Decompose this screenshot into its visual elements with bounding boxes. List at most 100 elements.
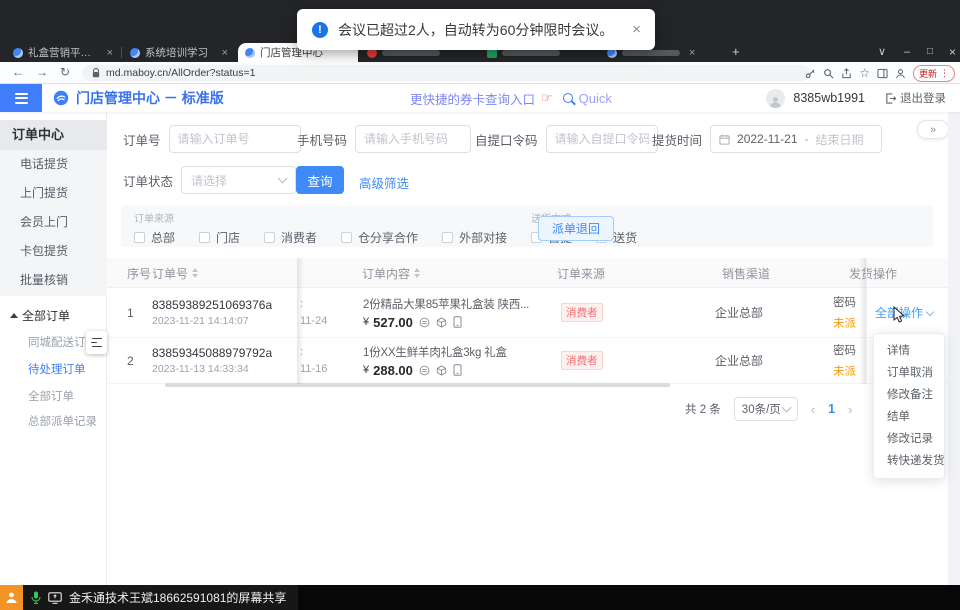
toast-close-icon[interactable]: × xyxy=(632,21,641,38)
chrome-update-button[interactable]: 更新 ⋮ xyxy=(913,65,955,82)
order-number-cell: 83859345088979792a 2023-11-13 14:33:34 xyxy=(152,338,272,383)
bookmark-star-icon[interactable]: ☆ xyxy=(859,66,870,80)
browser-tab-2[interactable]: 系统培训学习 × xyxy=(123,43,235,62)
sidebar-item-phone-pickup[interactable]: 电话提货 xyxy=(0,150,107,179)
col-order-content[interactable]: 订单内容 xyxy=(362,258,420,288)
pickup-code-label: 自提口令码 xyxy=(475,130,538,149)
sidebar-collapse-handle[interactable] xyxy=(86,331,107,354)
sidebar-item-all-orders[interactable]: 全部订单 xyxy=(0,384,107,410)
checkbox-icon xyxy=(199,232,210,243)
tab-title: 系统培训学习 xyxy=(145,45,213,60)
tab-close-icon[interactable]: × xyxy=(222,47,228,59)
pointer-hand-icon: ☞ xyxy=(541,90,553,106)
back-icon[interactable]: ← xyxy=(12,65,24,79)
col-index: 序号 xyxy=(127,258,151,288)
table-row[interactable]: 2 83859345088979792a 2023-11-13 14:33:34… xyxy=(107,338,948,384)
next-page-button[interactable]: › xyxy=(848,402,852,417)
sidebar-item-hq-dispatch-records[interactable]: 总部派单记录 xyxy=(0,409,107,435)
order-no-input[interactable] xyxy=(169,125,301,153)
menu-item-cancel-order[interactable]: 订单取消 xyxy=(874,362,944,384)
tab-close-icon[interactable]: × xyxy=(689,47,695,59)
url-text: md.maboy.cn/AllOrder?status=1 xyxy=(106,67,256,79)
sort-icon[interactable] xyxy=(414,268,420,278)
menu-item-close-order[interactable]: 结单 xyxy=(874,406,944,428)
browser-tab-1[interactable]: 礼盒营销平台管理中心 × xyxy=(6,43,120,62)
tab-title-obscured xyxy=(622,50,680,56)
tab-title-obscured xyxy=(382,50,440,56)
sidebar-item-pending-orders[interactable]: 待处理订单 xyxy=(0,357,107,383)
checkbox-store[interactable]: 门店 xyxy=(199,229,240,246)
order-status-label: 订单状态 xyxy=(123,171,173,190)
ship-status-cell: 密码 未派 xyxy=(833,288,861,337)
window-close-button[interactable]: × xyxy=(949,45,956,59)
tab-favicon xyxy=(13,48,23,58)
clipped-column-fragment: : 11-16 xyxy=(300,338,340,383)
search-icon[interactable] xyxy=(563,93,573,103)
sidebar-menu-group: 电话提货 上门提货 会员上门 卡包提货 批量核销 xyxy=(0,150,107,296)
quick-search-link[interactable]: Quick xyxy=(579,91,612,106)
tab-search-icon[interactable]: ∨ xyxy=(878,45,886,59)
share-icon[interactable] xyxy=(841,68,852,79)
checkbox-external[interactable]: 外部对接 xyxy=(442,229,507,246)
prev-page-button[interactable]: ‹ xyxy=(811,402,815,417)
date-range-picker[interactable]: 2022-11-21 - 结束日期 xyxy=(710,125,882,153)
sidebar-item-card-pickup[interactable]: 卡包提货 xyxy=(0,237,107,266)
pickup-code-input[interactable] xyxy=(546,125,658,153)
tab-close-icon[interactable]: × xyxy=(107,47,113,59)
logout-button[interactable]: 退出登录 xyxy=(885,90,946,106)
menu-item-to-express[interactable]: 转快递发货 xyxy=(874,450,944,472)
new-tab-button[interactable]: + xyxy=(732,45,740,59)
chevron-down-icon xyxy=(781,403,791,413)
page-size-select[interactable]: 30条/页 xyxy=(734,397,798,421)
sort-icon[interactable] xyxy=(192,268,198,278)
forward-icon[interactable]: → xyxy=(36,65,48,79)
table-row[interactable]: 1 83859389251069376a 2023-11-21 14:14:07… xyxy=(107,288,948,338)
fixed-column-divider xyxy=(866,258,867,384)
checkbox-warehouse-share[interactable]: 仓分享合作 xyxy=(341,229,418,246)
avatar[interactable] xyxy=(766,89,785,108)
mobile-icon[interactable] xyxy=(453,364,462,376)
key-icon[interactable] xyxy=(805,68,816,79)
side-panel-icon[interactable] xyxy=(877,68,888,79)
current-page[interactable]: 1 xyxy=(828,402,835,416)
sidebar-item-door-pickup[interactable]: 上门提货 xyxy=(0,179,107,208)
minimize-button[interactable]: – xyxy=(904,45,910,59)
col-order-no[interactable]: 订单号 xyxy=(152,258,198,288)
voucher-icon[interactable] xyxy=(419,317,430,328)
vertical-scrollbar-track[interactable] xyxy=(948,112,960,585)
horizontal-scrollbar[interactable] xyxy=(165,383,670,387)
sidebar-item-batch-verify[interactable]: 批量核销 xyxy=(0,266,107,295)
hamburger-menu-button[interactable] xyxy=(0,84,42,112)
mobile-icon[interactable] xyxy=(453,316,462,328)
phone-input[interactable] xyxy=(355,125,471,153)
address-bar[interactable]: md.maboy.cn/AllOrder?status=1 xyxy=(82,65,810,81)
advanced-filter-link[interactable]: 高级筛选 xyxy=(359,173,409,192)
microphone-icon xyxy=(31,591,41,604)
voucher-icon[interactable] xyxy=(419,365,430,376)
menu-item-edit-history[interactable]: 修改记录 xyxy=(874,428,944,450)
chevron-down-icon xyxy=(926,307,934,315)
sidebar-group-label: 全部订单 xyxy=(22,309,70,323)
dispatch-return-button[interactable]: 派单退回 xyxy=(538,216,614,241)
search-button[interactable]: 查询 xyxy=(296,166,344,194)
menu-item-details[interactable]: 详情 xyxy=(874,340,944,362)
zoom-icon[interactable] xyxy=(823,68,834,79)
filter-order-no: 订单号 xyxy=(123,125,301,153)
package-icon[interactable] xyxy=(436,317,447,328)
package-icon[interactable] xyxy=(436,365,447,376)
sidebar-item-member-visit[interactable]: 会员上门 xyxy=(0,208,107,237)
maximize-button[interactable]: □ xyxy=(927,45,933,59)
filters-expand-button[interactable]: » xyxy=(917,120,949,139)
action-dropdown-menu: 详情 订单取消 修改备注 结单 修改记录 转快递发货 xyxy=(873,333,945,479)
checkbox-consumer[interactable]: 消费者 xyxy=(264,229,317,246)
tab-favicon xyxy=(245,48,255,58)
menu-item-edit-remark[interactable]: 修改备注 xyxy=(874,384,944,406)
profile-icon[interactable] xyxy=(895,68,906,79)
checkbox-hq[interactable]: 总部 xyxy=(134,229,175,246)
sidebar-item-all-orders-group[interactable]: 全部订单 xyxy=(0,304,107,328)
screen-share-chip: 金禾通技术王斌18662591081的屏幕共享 xyxy=(0,585,298,610)
order-status-select[interactable]: 请选择 xyxy=(181,166,296,194)
coupon-query-link[interactable]: 更快捷的券卡查询入口 xyxy=(410,89,535,108)
order-created-time: 2023-11-13 14:33:34 xyxy=(152,363,272,375)
refresh-icon[interactable]: ↻ xyxy=(60,65,70,79)
